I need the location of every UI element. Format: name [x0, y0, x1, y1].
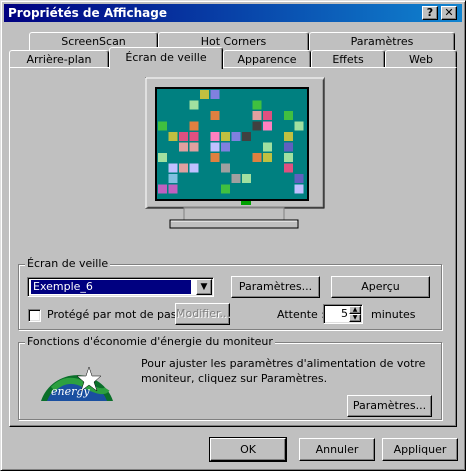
- preview-square: [263, 111, 272, 120]
- preview-square: [189, 142, 199, 152]
- preview-square: [252, 121, 262, 131]
- ok-button[interactable]: OK: [209, 437, 287, 462]
- preview-square: [252, 100, 262, 110]
- tab-apparence[interactable]: Apparence: [223, 50, 311, 68]
- preview-square: [210, 111, 220, 120]
- preview-square: [284, 163, 293, 173]
- preview-square: [294, 121, 304, 131]
- help-button[interactable]: ?: [422, 6, 438, 20]
- tab-label: Apparence: [237, 53, 297, 66]
- wait-unit-label: minutes: [371, 308, 416, 321]
- preview-square: [263, 142, 272, 152]
- title-bar: Propriétés de Affichage ? ✕: [4, 4, 462, 22]
- tab-parametres[interactable]: Paramètres: [309, 32, 455, 50]
- preview-square: [284, 132, 293, 141]
- preview-square: [200, 90, 209, 99]
- window-title: Propriétés de Affichage: [8, 6, 167, 20]
- preview-square: [221, 132, 230, 141]
- preview-square: [263, 121, 272, 131]
- tab-label: Effets: [332, 53, 364, 66]
- display-properties-window: Propriétés de Affichage ? ✕ ScreenScan H…: [0, 0, 466, 471]
- preview-square: [294, 174, 304, 183]
- energy-logo-text: energy: [51, 385, 90, 398]
- screensaver-select-value: Exemple_6: [31, 280, 191, 294]
- preview-square: [263, 153, 272, 162]
- preview-square: [210, 153, 220, 162]
- cancel-button[interactable]: Annuler: [299, 438, 375, 461]
- tab-ecran-de-veille[interactable]: Écran de veille: [109, 47, 223, 69]
- energy-group-label: Fonctions d'économie d'énergie du monite…: [25, 335, 275, 348]
- preview-square: [242, 174, 251, 183]
- preview-square: [221, 142, 230, 152]
- preview-square: [158, 184, 167, 194]
- screensaver-settings-button[interactable]: Paramètres...: [231, 276, 320, 298]
- preview-square: [179, 132, 188, 141]
- preview-button[interactable]: Aperçu: [331, 276, 430, 298]
- tab-effets[interactable]: Effets: [311, 50, 385, 68]
- preview-square: [158, 121, 167, 131]
- preview-square: [158, 153, 167, 162]
- energy-description: Pour ajuster les paramètres d'alimentati…: [141, 357, 426, 385]
- preview-square: [189, 132, 199, 141]
- tab-label: Arrière-plan: [26, 53, 92, 66]
- modify-password-button[interactable]: Modifier...: [175, 303, 230, 325]
- screensaver-group: Écran de veille Exemple_6 ▼ Paramètres..…: [18, 257, 442, 330]
- preview-square: [284, 153, 293, 162]
- monitor-illustration: [145, 77, 325, 229]
- wait-minutes-stepper[interactable]: 5 ▲ ▼: [323, 304, 363, 324]
- tab-label: Paramètres: [350, 35, 414, 48]
- preview-square: [210, 142, 220, 152]
- tab-web[interactable]: Web: [385, 50, 457, 68]
- tab-panel: Écran de veille Exemple_6 ▼ Paramètres..…: [9, 67, 457, 427]
- preview-square: [189, 100, 199, 110]
- preview-square: [168, 163, 178, 173]
- preview-square: [221, 184, 230, 194]
- preview-square: [179, 163, 188, 173]
- preview-square: [242, 132, 251, 141]
- preview-square: [210, 132, 220, 141]
- preview-square: [231, 132, 241, 141]
- preview-square: [231, 174, 241, 183]
- preview-square: [252, 111, 262, 120]
- wait-value: 5: [341, 307, 348, 320]
- preview-square: [210, 90, 220, 99]
- spin-up-icon[interactable]: ▲: [349, 306, 361, 314]
- screensaver-select[interactable]: Exemple_6 ▼: [27, 277, 214, 297]
- preview-square: [252, 153, 262, 162]
- tab-label: Écran de veille: [125, 51, 207, 64]
- preview-square: [284, 142, 293, 152]
- preview-square: [284, 111, 293, 120]
- wait-label: Attente :: [277, 308, 325, 321]
- preview-square: [189, 163, 199, 173]
- password-checkbox-label[interactable]: Protégé par mot de passe: [47, 308, 189, 321]
- password-checkbox[interactable]: [28, 309, 41, 322]
- tab-arriere-plan[interactable]: Arrière-plan: [9, 50, 109, 68]
- monitor-preview: [144, 76, 330, 244]
- tab-label: Web: [409, 53, 433, 66]
- preview-square: [221, 163, 230, 173]
- apply-button[interactable]: Appliquer: [382, 438, 458, 461]
- preview-square: [189, 121, 199, 131]
- screensaver-group-label: Écran de veille: [25, 257, 111, 270]
- preview-square: [168, 184, 178, 194]
- preview-square: [168, 132, 178, 141]
- energy-group: Fonctions d'économie d'énergie du monite…: [18, 335, 442, 420]
- close-button[interactable]: ✕: [441, 6, 457, 20]
- chevron-down-icon[interactable]: ▼: [196, 279, 212, 295]
- preview-square: [179, 142, 188, 152]
- preview-square: [168, 174, 178, 183]
- energy-star-logo: energy: [37, 359, 117, 403]
- energy-settings-button[interactable]: Paramètres...: [347, 395, 432, 417]
- spin-down-icon[interactable]: ▼: [349, 314, 361, 322]
- preview-square: [294, 184, 304, 194]
